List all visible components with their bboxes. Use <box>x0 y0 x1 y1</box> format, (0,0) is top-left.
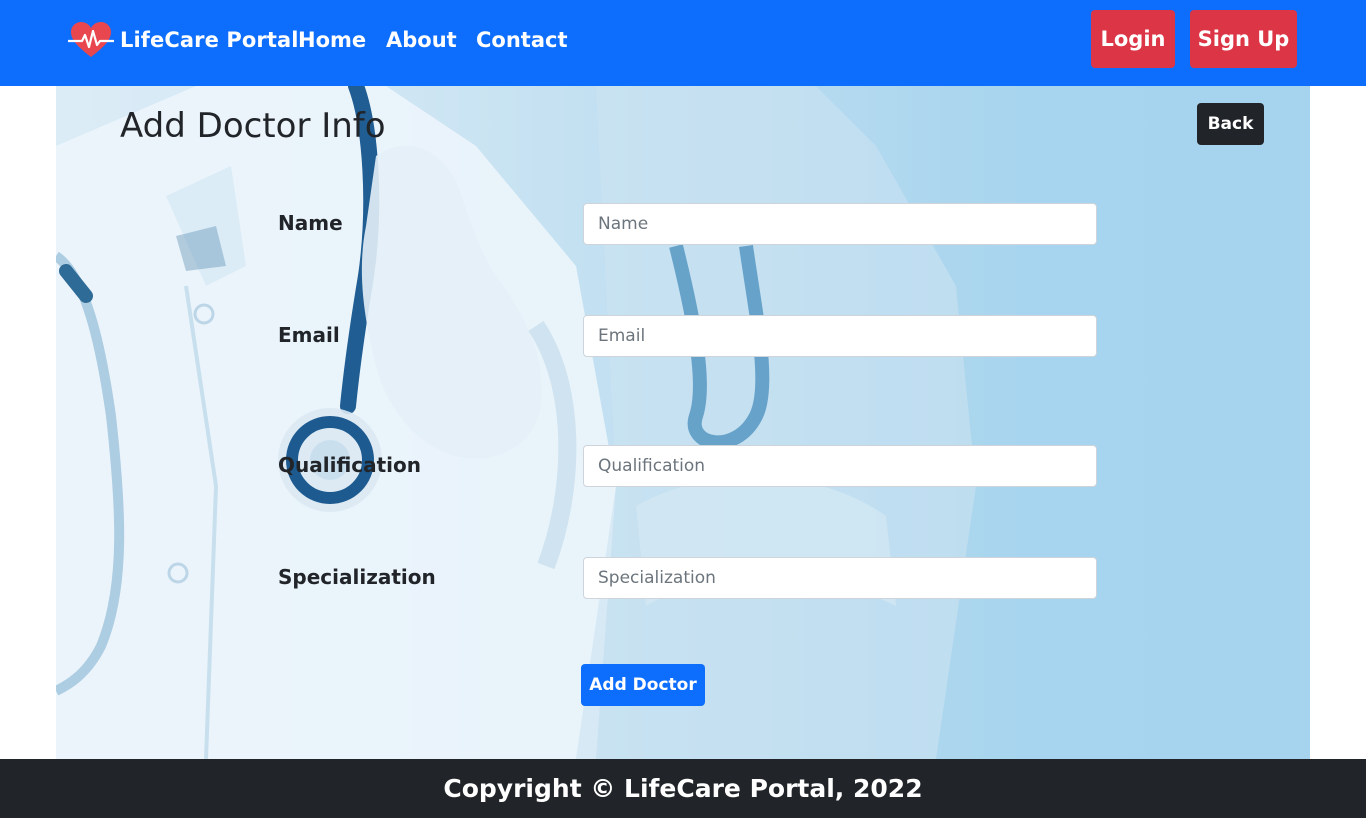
brand-name: LifeCare Portal <box>120 28 299 52</box>
nav-home-link[interactable]: Home <box>298 24 366 56</box>
login-button[interactable]: Login <box>1091 10 1175 68</box>
page-title: Add Doctor Info <box>120 106 386 146</box>
specialization-input[interactable] <box>583 557 1097 599</box>
qualification-input[interactable] <box>583 445 1097 487</box>
add-doctor-panel: Add Doctor Info Back Name Email Qualific… <box>56 86 1310 759</box>
nav-contact-link[interactable]: Contact <box>476 24 568 56</box>
add-doctor-button[interactable]: Add Doctor <box>581 664 705 706</box>
top-navbar: LifeCare Portal Home About Contact Login… <box>0 0 1366 86</box>
signup-button[interactable]: Sign Up <box>1190 10 1297 68</box>
heart-pulse-icon <box>68 22 114 57</box>
email-input[interactable] <box>583 315 1097 357</box>
name-input[interactable] <box>583 203 1097 245</box>
nav-about-link[interactable]: About <box>386 24 457 56</box>
page-footer: Copyright © LifeCare Portal, 2022 <box>0 759 1366 818</box>
qualification-label: Qualification <box>278 453 422 477</box>
name-label: Name <box>278 211 343 235</box>
brand-link[interactable]: LifeCare Portal <box>68 20 299 60</box>
email-label: Email <box>278 323 340 347</box>
doctor-background-image <box>56 86 1310 759</box>
copyright-text: Copyright © LifeCare Portal, 2022 <box>443 774 923 803</box>
specialization-label: Specialization <box>278 565 436 589</box>
back-button[interactable]: Back <box>1197 103 1264 145</box>
